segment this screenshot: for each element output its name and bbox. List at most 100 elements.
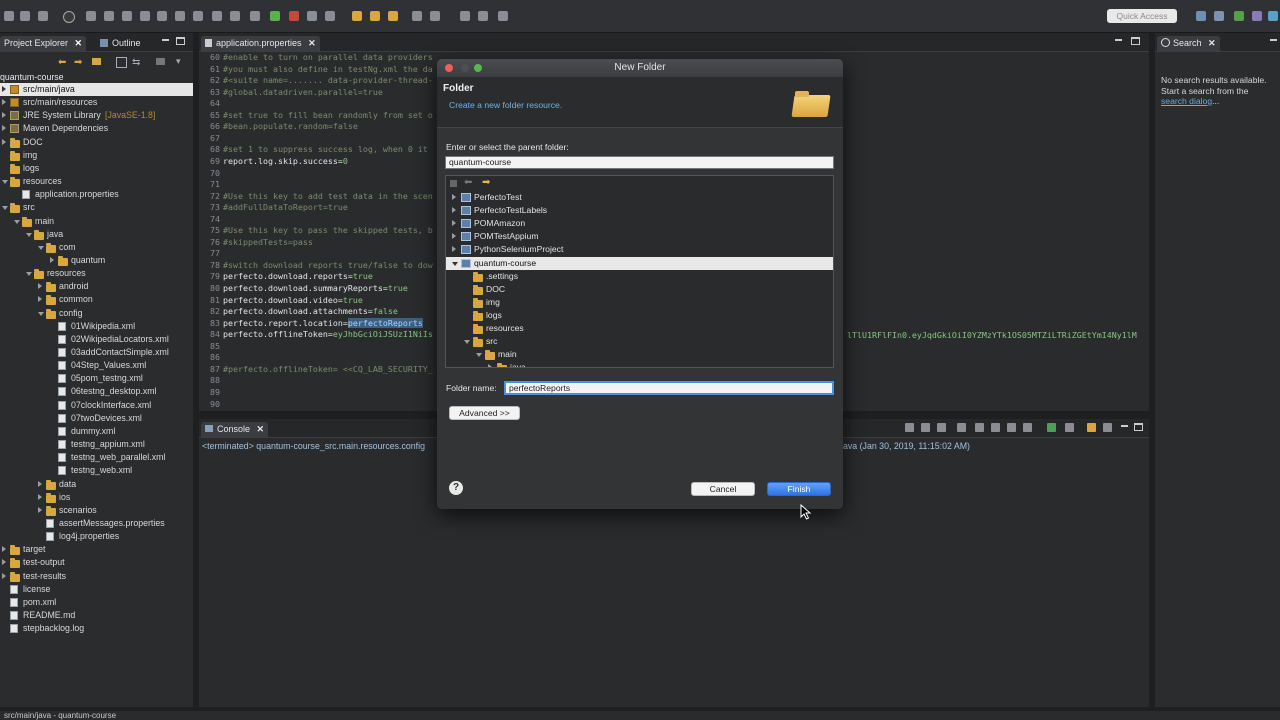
chevron-right-icon[interactable] [2,572,6,579]
home-folder-icon[interactable] [92,58,101,65]
tree-row[interactable]: com [0,241,193,254]
tree-row[interactable]: 03addContactSimple.xml [0,346,193,359]
remove-launch-icon[interactable] [921,423,930,432]
open-console-icon[interactable] [1087,423,1096,432]
tree-row[interactable]: 06testng_desktop.xml [0,385,193,398]
pin-icon[interactable] [498,11,508,21]
pin-console-icon[interactable] [1007,423,1016,432]
run-last-icon[interactable] [270,11,280,21]
back-arrow-icon[interactable]: ⬅ [464,177,472,188]
coverage-icon[interactable] [307,11,317,21]
perfecto-perspective-icon[interactable] [1268,11,1278,21]
tree-row[interactable]: Maven Dependencies [0,122,193,135]
view-menu-icon[interactable]: ▾ [176,56,181,67]
tree-row[interactable]: 07twoDevices.xml [0,412,193,425]
tree-row[interactable]: resources [0,175,193,188]
remove-all-icon[interactable] [937,423,946,432]
tree-row[interactable]: testng_appium.xml [0,438,193,451]
filter-icon[interactable] [156,58,165,65]
folder-tree-row[interactable]: PerfectoTest [446,191,833,204]
tab-console[interactable]: Console ✕ [201,422,269,437]
chevron-down-icon[interactable] [2,180,8,185]
tree-row[interactable]: log4j.properties [0,530,193,543]
new-icon[interactable] [4,11,14,21]
chevron-right-icon[interactable] [38,493,42,500]
chevron-right-icon[interactable] [2,546,6,553]
parent-folder-tree[interactable]: ⬅ ➡ PerfectoTest PerfectoTestLabels POMAma… [445,175,834,368]
chevron-right-icon[interactable] [2,559,6,566]
tree-row[interactable]: target [0,543,193,556]
tree-row[interactable]: logs [0,162,193,175]
tree-row[interactable]: quantum [0,254,193,267]
chevron-right-icon[interactable] [38,296,42,303]
minimize-icon[interactable] [1115,39,1122,41]
clear-console-icon[interactable] [1047,423,1056,432]
tree-row[interactable]: src [0,201,193,214]
folder-tree-row[interactable]: PerfectoTestLabels [446,204,833,217]
tree-row[interactable]: main [0,215,193,228]
tree-row[interactable]: testng_web.xml [0,464,193,477]
folder-tree-row[interactable]: POMAmazon [446,217,833,230]
chevron-right-icon[interactable] [2,99,6,106]
show-stdout-icon[interactable] [975,423,984,432]
chevron-down-icon[interactable] [38,311,44,316]
advanced-button[interactable]: Advanced >> [449,406,520,420]
chevron-right-icon[interactable] [38,283,42,290]
chevron-right-icon[interactable] [452,233,456,240]
close-icon[interactable]: ✕ [257,424,265,434]
display-console-icon[interactable] [1065,423,1074,432]
pause-icon[interactable] [104,11,114,21]
stop-icon[interactable] [122,11,132,21]
tree-row[interactable]: pom.xml [0,596,193,609]
step-return-icon[interactable] [193,11,203,21]
folder-tree-row[interactable]: main [446,348,833,361]
folder-name-input[interactable]: perfectoReports [504,381,834,395]
folder-tree-row[interactable]: logs [446,309,833,322]
tree-row[interactable]: test-results [0,570,193,583]
chevron-right-icon[interactable] [38,506,42,513]
close-icon[interactable]: ✕ [308,38,316,48]
chevron-right-icon[interactable] [2,112,6,119]
tree-row[interactable]: license [0,583,193,596]
chevron-down-icon[interactable] [476,353,482,358]
search-dialog-link[interactable]: search dialog [1161,96,1212,106]
tree-row[interactable]: dummy.xml [0,425,193,438]
tree-row[interactable]: test-output [0,556,193,569]
tree-row[interactable]: assertMessages.properties [0,517,193,530]
maximize-icon[interactable] [1131,37,1140,45]
tab-outline[interactable]: Outline [100,36,141,51]
quick-access-field[interactable]: Quick Access [1107,9,1177,23]
forward-icon[interactable] [478,11,488,21]
chevron-down-icon[interactable] [2,206,8,211]
open-type-icon[interactable] [352,11,362,21]
tree-row[interactable]: 01Wikipedia.xml [0,320,193,333]
minimize-icon[interactable] [1121,425,1128,427]
maximize-icon[interactable] [1134,423,1143,431]
chevron-right-icon[interactable] [452,220,456,227]
chevron-down-icon[interactable] [38,245,44,250]
close-icon[interactable]: ✕ [1208,38,1216,48]
tree-row[interactable]: data [0,478,193,491]
annotation-icon[interactable] [412,11,422,21]
settings-icon[interactable] [63,11,75,23]
chevron-right-icon[interactable] [488,364,492,367]
search-icon[interactable] [370,11,380,21]
tree-row[interactable]: common [0,293,193,306]
finish-button[interactable]: Finish [767,482,831,496]
folder-tree-row[interactable]: java [446,361,833,367]
tree-row[interactable]: android [0,280,193,293]
step-into-icon[interactable] [157,11,167,21]
tree-row[interactable]: README.md [0,609,193,622]
home-icon[interactable] [450,180,457,187]
tree-row[interactable]: java [0,228,193,241]
scroll-lock-icon[interactable] [957,423,966,432]
terminate-icon[interactable] [905,423,914,432]
link-editor-icon[interactable]: ⇆ [132,57,140,68]
external-tools-icon[interactable] [289,11,299,21]
chevron-down-icon[interactable] [14,219,20,224]
back-icon[interactable] [460,11,470,21]
view-menu-icon[interactable] [1103,423,1112,432]
tree-row[interactable]: src/main/resources [0,96,193,109]
mark-occurrences-icon[interactable] [388,11,398,21]
folder-tree-row[interactable]: img [446,296,833,309]
